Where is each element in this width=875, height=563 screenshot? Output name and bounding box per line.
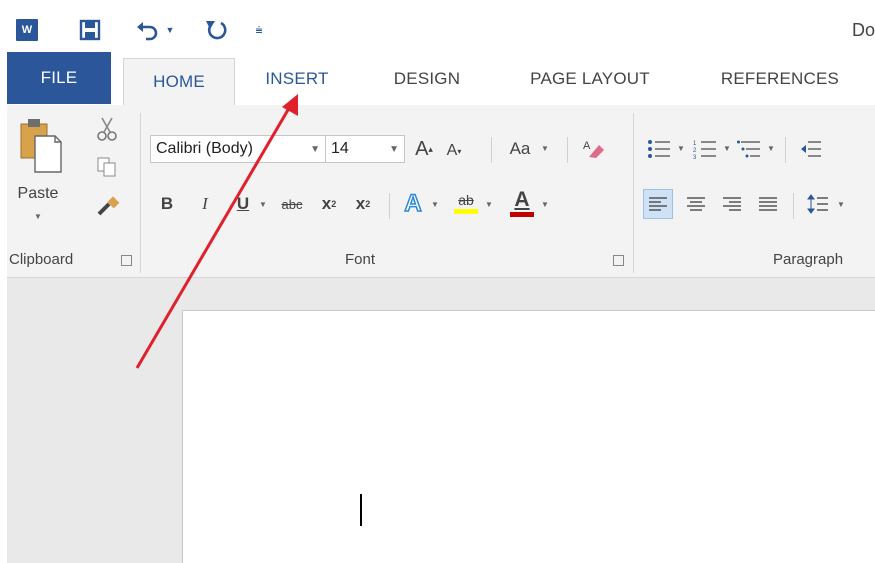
group-separator bbox=[140, 113, 141, 273]
word-logo-icon: W bbox=[16, 19, 38, 41]
subscript-label: x bbox=[321, 194, 332, 213]
copy-icon[interactable] bbox=[93, 153, 121, 181]
document-area bbox=[7, 278, 875, 563]
change-case-dropdown-icon[interactable]: ▼ bbox=[539, 141, 551, 155]
font-size-value: 14 bbox=[331, 140, 349, 157]
bullets-dropdown-icon[interactable]: ▼ bbox=[675, 141, 687, 155]
separator bbox=[389, 193, 390, 219]
bold-button[interactable]: B bbox=[155, 190, 179, 218]
word-app-icon[interactable]: W bbox=[15, 18, 39, 42]
text-cursor bbox=[360, 494, 362, 526]
word-window: W ▼ ⩧ Do FILE HOME INSERT DESIGN PAGE LA… bbox=[7, 6, 875, 563]
line-spacing-icon[interactable] bbox=[803, 189, 833, 219]
decrease-indent-icon[interactable] bbox=[797, 135, 825, 163]
tab-insert[interactable]: INSERT bbox=[247, 62, 347, 96]
undo-dropdown-icon[interactable]: ▼ bbox=[163, 18, 177, 42]
underline-button[interactable]: U bbox=[231, 190, 255, 218]
multilevel-dropdown-icon[interactable]: ▼ bbox=[765, 141, 777, 155]
highlight-swatch bbox=[454, 209, 478, 214]
customize-qat-icon[interactable]: ⩧ bbox=[252, 18, 266, 42]
paste-button[interactable]: Paste bbox=[13, 183, 63, 205]
grow-font-icon[interactable]: A ▴ bbox=[411, 135, 437, 163]
font-size-combo[interactable]: 14 ▼ bbox=[325, 135, 405, 163]
subscript-button[interactable]: x2 bbox=[315, 190, 343, 218]
highlight-dropdown-icon[interactable]: ▼ bbox=[483, 197, 495, 211]
svg-text:1: 1 bbox=[693, 141, 697, 147]
line-spacing-dropdown-icon[interactable]: ▼ bbox=[835, 197, 847, 211]
tab-references[interactable]: REFERENCES bbox=[705, 62, 855, 96]
svg-text:A: A bbox=[583, 140, 591, 152]
svg-text:3: 3 bbox=[693, 155, 697, 159]
save-icon bbox=[79, 19, 101, 41]
cut-icon[interactable] bbox=[93, 115, 121, 143]
font-group-label: Font bbox=[345, 251, 376, 268]
superscript-label: x bbox=[355, 194, 366, 213]
align-left-icon bbox=[649, 197, 667, 211]
paste-icon[interactable] bbox=[15, 115, 65, 175]
separator bbox=[793, 193, 794, 219]
font-color-button[interactable]: A bbox=[507, 185, 537, 219]
ribbon-tabs: FILE HOME INSERT DESIGN PAGE LAYOUT REFE… bbox=[7, 52, 875, 105]
font-size-dropdown-icon[interactable]: ▼ bbox=[389, 144, 399, 155]
tab-home[interactable]: HOME bbox=[123, 58, 235, 105]
font-name-dropdown-icon[interactable]: ▼ bbox=[310, 144, 320, 155]
font-name-combo[interactable]: Calibri (Body) ▼ bbox=[150, 135, 326, 163]
italic-button[interactable]: I bbox=[193, 190, 217, 218]
paste-dropdown-icon[interactable]: ▼ bbox=[31, 209, 45, 223]
multilevel-list-icon[interactable] bbox=[735, 135, 763, 163]
superscript-button[interactable]: x2 bbox=[349, 190, 377, 218]
ribbon-home: Paste ▼ Clipboard Calibri (Body) ▼ 14 ▼ … bbox=[7, 105, 875, 278]
change-case-button[interactable]: Aa bbox=[503, 135, 537, 163]
svg-text:2: 2 bbox=[693, 148, 697, 154]
underline-dropdown-icon[interactable]: ▼ bbox=[257, 197, 269, 211]
font-color-swatch bbox=[510, 211, 534, 217]
separator bbox=[567, 137, 568, 163]
text-effects-button[interactable]: A bbox=[399, 189, 427, 219]
font-color-dropdown-icon[interactable]: ▼ bbox=[539, 197, 551, 211]
title-bar: W ▼ ⩧ Do bbox=[7, 6, 875, 52]
shrink-font-icon[interactable]: A ▾ bbox=[441, 137, 467, 165]
separator bbox=[785, 137, 786, 163]
clipboard-group-label: Clipboard bbox=[9, 251, 74, 268]
font-name-value: Calibri (Body) bbox=[156, 140, 253, 157]
redo-button[interactable] bbox=[203, 18, 231, 42]
align-center-icon[interactable] bbox=[681, 189, 711, 219]
bullets-icon[interactable] bbox=[645, 135, 673, 163]
separator bbox=[491, 137, 492, 163]
align-left-button[interactable] bbox=[643, 189, 673, 219]
tab-file[interactable]: FILE bbox=[7, 52, 111, 104]
redo-icon bbox=[206, 21, 227, 40]
document-page[interactable] bbox=[182, 310, 875, 563]
font-color-label: A bbox=[514, 187, 530, 211]
superscript-suffix: 2 bbox=[365, 199, 371, 209]
tab-design[interactable]: DESIGN bbox=[377, 62, 477, 96]
tab-page-layout[interactable]: PAGE LAYOUT bbox=[505, 62, 675, 96]
subscript-suffix: 2 bbox=[331, 199, 337, 209]
highlight-button[interactable]: ab bbox=[451, 187, 481, 219]
undo-button[interactable] bbox=[133, 18, 161, 42]
clipboard-dialog-launcher-icon[interactable] bbox=[121, 255, 132, 266]
text-effects-dropdown-icon[interactable]: ▼ bbox=[429, 197, 441, 211]
highlight-label: ab bbox=[458, 192, 474, 208]
strikethrough-button[interactable]: abc bbox=[273, 190, 311, 218]
document-title: Do bbox=[851, 20, 875, 40]
numbering-icon[interactable]: 1 2 3 bbox=[691, 135, 719, 163]
group-separator bbox=[633, 113, 634, 273]
numbering-dropdown-icon[interactable]: ▼ bbox=[721, 141, 733, 155]
save-button[interactable] bbox=[77, 18, 103, 42]
format-painter-icon[interactable] bbox=[93, 193, 123, 221]
font-dialog-launcher-icon[interactable] bbox=[613, 255, 624, 266]
justify-icon[interactable] bbox=[753, 189, 783, 219]
paragraph-group-label: Paragraph bbox=[773, 251, 844, 268]
align-right-icon[interactable] bbox=[717, 189, 747, 219]
undo-icon bbox=[137, 22, 158, 41]
clear-formatting-icon[interactable]: A bbox=[579, 135, 607, 163]
